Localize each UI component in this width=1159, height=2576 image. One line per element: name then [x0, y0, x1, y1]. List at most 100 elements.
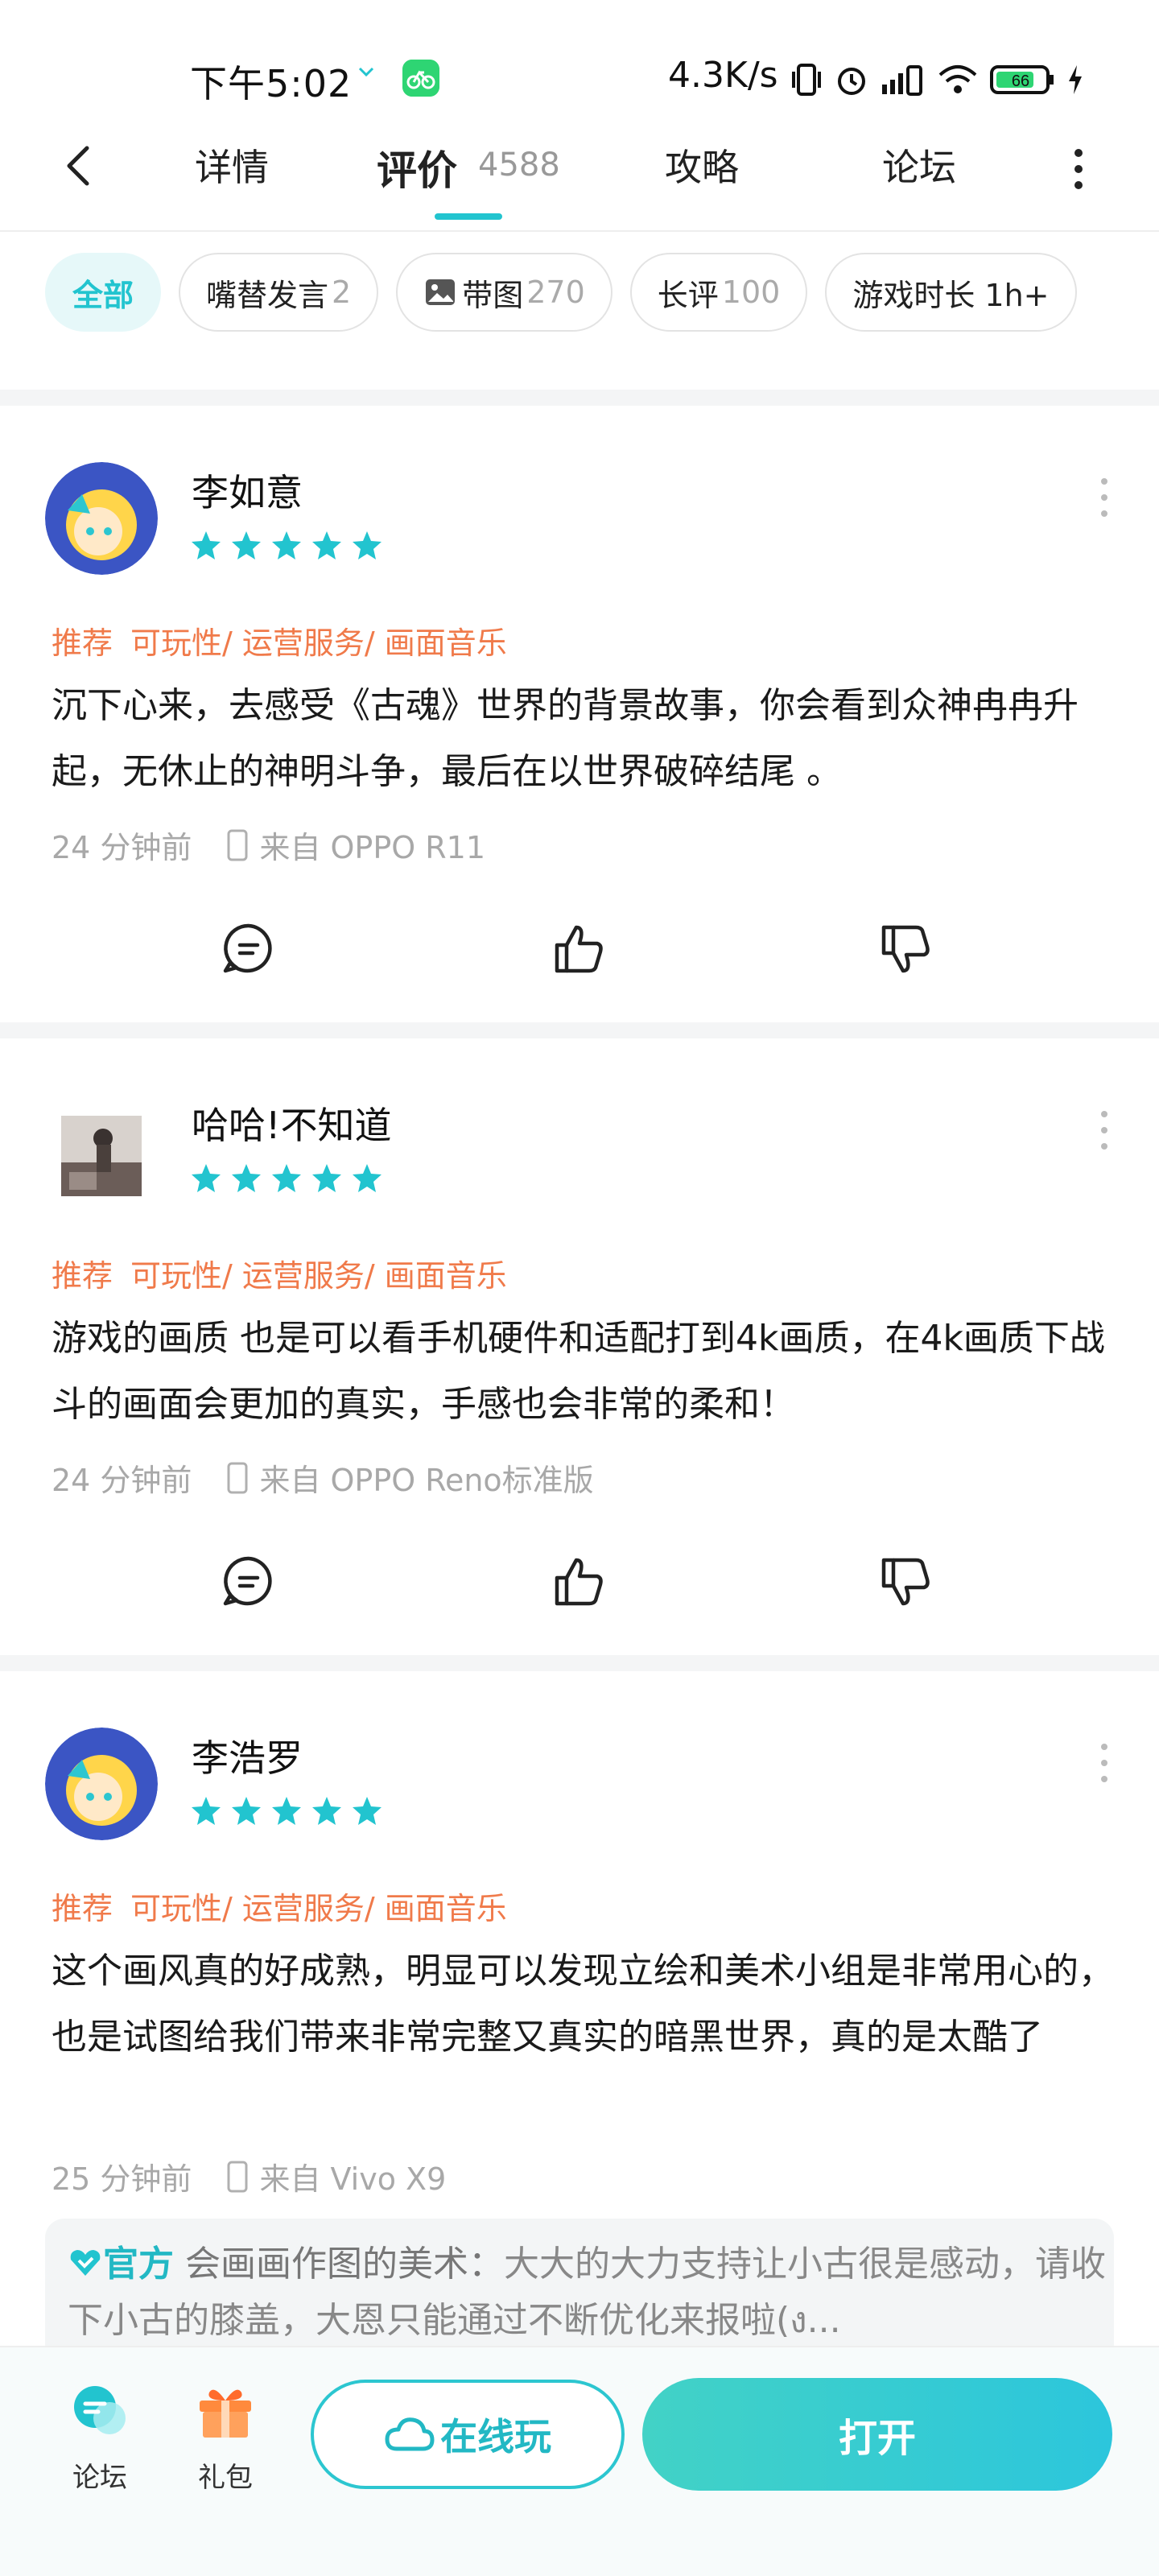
- review-card: 哈哈!不知道 推荐 可玩性/ 运营服务/ 画面音乐 游戏的画质 也是可以看手机硬件…: [0, 1038, 1159, 1655]
- review-tags: 推荐 可玩性/ 运营服务/ 画面音乐: [52, 1884, 507, 1928]
- filter-long-review[interactable]: 长评 100: [629, 253, 808, 332]
- more-vertical-icon[interactable]: [1095, 1739, 1114, 1787]
- avatar[interactable]: [61, 1116, 142, 1196]
- review-meta: 24 分钟前 来自 OPPO Reno标准版: [52, 1455, 594, 1500]
- star-icon: [353, 1797, 382, 1825]
- filter-label: 嘴替发言: [206, 277, 329, 313]
- star-icon: [353, 1164, 382, 1192]
- star-icon: [312, 531, 341, 559]
- filter-with-image[interactable]: 带图 270: [396, 253, 612, 332]
- forum-icon: [74, 2386, 126, 2434]
- status-time: 下午5:02: [190, 62, 353, 105]
- thumbs-down-icon[interactable]: [877, 1554, 934, 1610]
- review-text[interactable]: 这个画风真的好成熟，明显可以发现立绘和美术小组是非常用心的，也是试图给我们带来非…: [52, 1938, 1114, 2070]
- username[interactable]: 李如意: [192, 464, 303, 517]
- review-tags: 推荐 可玩性/ 运营服务/ 画面音乐: [52, 1251, 507, 1295]
- phone-icon: [227, 2161, 248, 2192]
- gift-icon: [200, 2389, 251, 2438]
- filter-playtime[interactable]: 游戏时长 1h+: [825, 253, 1077, 332]
- star-rating: [190, 1162, 383, 1195]
- recommend-tag: 推荐: [52, 1891, 113, 1926]
- review-count: 4588: [478, 147, 560, 184]
- review-device: 来自 Vivo X9: [259, 2161, 447, 2197]
- back-arrow-icon[interactable]: [56, 142, 105, 190]
- more-vertical-icon[interactable]: [1061, 145, 1096, 193]
- filter-count: 2: [332, 275, 352, 310]
- filter-all[interactable]: 全部: [45, 253, 162, 332]
- aspect-tags: 可玩性/ 运营服务/ 画面音乐: [130, 625, 507, 661]
- play-online-button[interactable]: 在线玩: [311, 2380, 625, 2489]
- star-icon: [192, 531, 221, 559]
- top-nav: 详情 评价 4588 攻略 论坛: [0, 121, 1159, 232]
- filter-mouthpiece[interactable]: 嘴替发言 2: [179, 253, 379, 332]
- filter-label: 长评: [657, 277, 719, 313]
- star-rating: [190, 1795, 383, 1827]
- star-icon: [232, 1797, 261, 1825]
- more-vertical-icon[interactable]: [1095, 1106, 1114, 1154]
- verified-heart-icon: [70, 2250, 101, 2276]
- svg-text:66: 66: [1012, 72, 1029, 90]
- tab-reviews[interactable]: 评价: [377, 138, 457, 196]
- aspect-tags: 可玩性/ 运营服务/ 画面音乐: [130, 1258, 507, 1294]
- review-device: 来自 OPPO R11: [259, 830, 486, 865]
- star-icon: [353, 531, 382, 559]
- section-divider: [0, 1022, 1159, 1038]
- filter-label: 全部: [72, 277, 134, 313]
- play-online-label: 在线玩: [440, 2415, 551, 2458]
- gift-button[interactable]: 礼包: [185, 2380, 266, 2495]
- review-meta: 25 分钟前 来自 Vivo X9: [52, 2154, 446, 2198]
- tab-guides[interactable]: 攻略: [665, 138, 739, 192]
- vibrate-icon: [792, 64, 821, 96]
- avatar[interactable]: [45, 1728, 158, 1840]
- review-device: 来自 OPPO Reno标准版: [259, 1463, 594, 1498]
- review-actions: [0, 1554, 1159, 1626]
- network-speed: 4.3K/s: [668, 55, 778, 96]
- filter-label: 游戏时长 1h+: [852, 277, 1050, 313]
- active-tab-indicator: [435, 213, 502, 220]
- forum-button[interactable]: 论坛: [60, 2380, 140, 2495]
- username[interactable]: 哈哈!不知道: [192, 1096, 391, 1150]
- star-icon: [272, 1164, 301, 1192]
- chevron-down-icon: [358, 67, 374, 77]
- review-card: 李如意 推荐 可玩性/ 运营服务/ 画面音乐 沉下心来，去感受《古魂》世界的背景故…: [0, 406, 1159, 1022]
- comment-icon[interactable]: [221, 1554, 277, 1610]
- avatar[interactable]: [45, 462, 158, 575]
- image-icon: [426, 279, 456, 305]
- star-icon: [312, 1797, 341, 1825]
- thumbs-up-icon[interactable]: [551, 1554, 607, 1610]
- review-card: 李浩罗 推荐 可玩性/ 运营服务/ 画面音乐 这个画风真的好成熟，明显可以发现立绘…: [0, 1671, 1159, 2363]
- thumbs-up-icon[interactable]: [551, 921, 607, 977]
- more-vertical-icon[interactable]: [1095, 473, 1114, 522]
- open-game-button[interactable]: 打开: [642, 2378, 1112, 2491]
- review-meta: 24 分钟前 来自 OPPO R11: [52, 823, 485, 867]
- forum-label: 论坛: [72, 2462, 127, 2494]
- review-tags: 推荐 可玩性/ 运营服务/ 画面音乐: [52, 618, 507, 663]
- phone-icon: [227, 1462, 248, 1493]
- review-text[interactable]: 沉下心来，去感受《古魂》世界的背景故事，你会看到众神冉冉升起，无休止的神明斗争，…: [52, 673, 1114, 805]
- open-label: 打开: [838, 2416, 916, 2461]
- thumbs-down-icon[interactable]: [877, 921, 934, 977]
- battery-icon: 66: [990, 65, 1054, 94]
- filter-count: 100: [721, 275, 781, 310]
- tab-forum[interactable]: 论坛: [882, 138, 956, 192]
- section-divider: [0, 390, 1159, 406]
- gift-label: 礼包: [198, 2462, 253, 2494]
- phone-icon: [227, 829, 248, 861]
- filter-label: 带图: [462, 277, 524, 313]
- review-text[interactable]: 游戏的画质 也是可以看手机硬件和适配打到4k画质，在4k画质下战斗的画面会更加的…: [52, 1306, 1114, 1438]
- review-time: 25 分钟前: [52, 2161, 192, 2197]
- aspect-tags: 可玩性/ 运营服务/ 画面音乐: [130, 1891, 507, 1926]
- review-time: 24 分钟前: [52, 830, 192, 865]
- review-filters: 全部 嘴替发言 2 带图 270 长评 100 游戏时长 1h+: [45, 253, 1077, 333]
- official-reply[interactable]: 官方 会画画作图的美术：大大的大力支持让小古很是感动，请收下小古的膝盖，大恩只能…: [45, 2219, 1114, 2363]
- bottom-action-bar: 论坛 礼包 在线玩 打开: [0, 2346, 1159, 2576]
- star-icon: [232, 531, 261, 559]
- tab-details[interactable]: 详情: [195, 138, 269, 192]
- comment-icon[interactable]: [221, 921, 277, 977]
- charging-icon: [1069, 65, 1082, 94]
- recommend-tag: 推荐: [52, 625, 113, 661]
- username[interactable]: 李浩罗: [192, 1729, 303, 1782]
- star-icon: [312, 1164, 341, 1192]
- star-rating: [190, 530, 383, 562]
- review-actions: [0, 921, 1159, 993]
